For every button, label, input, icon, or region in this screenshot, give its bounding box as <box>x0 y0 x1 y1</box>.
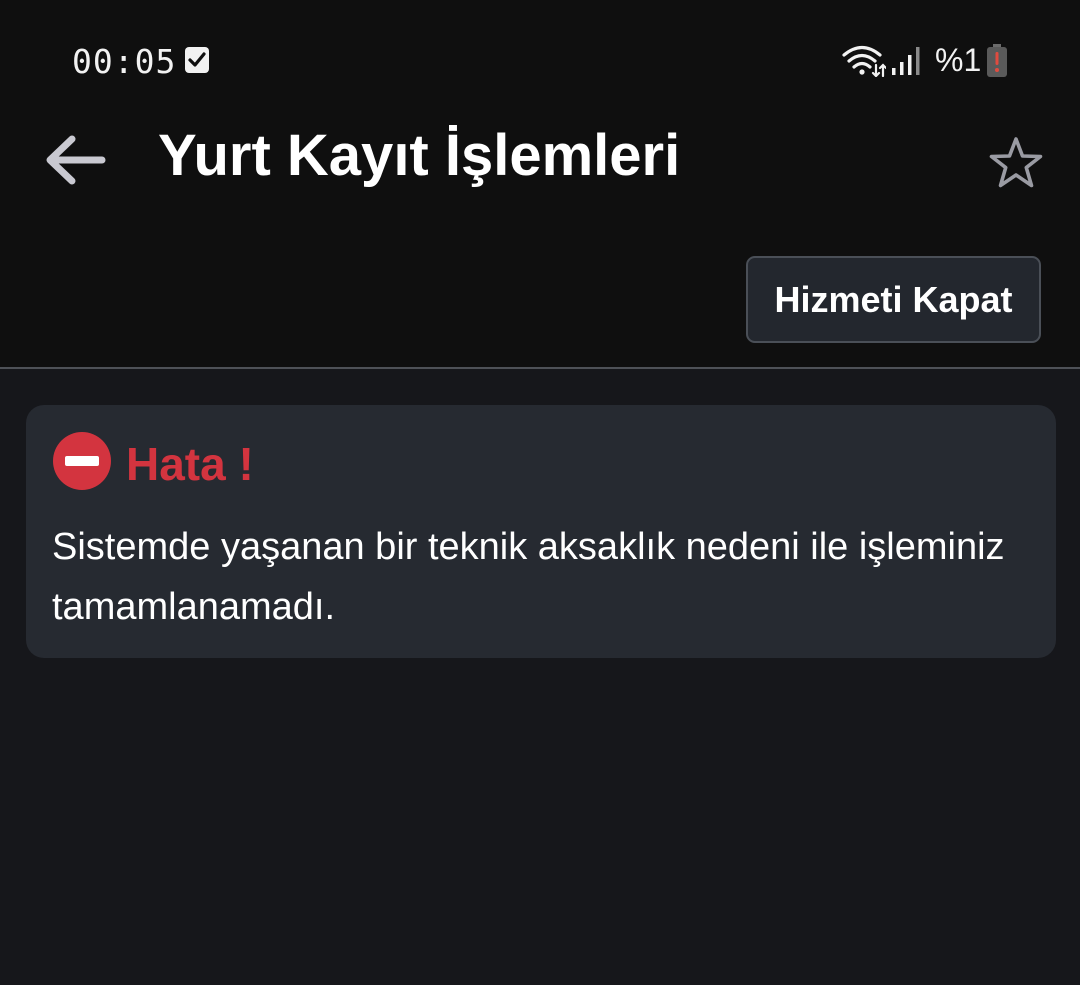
status-bar: 00:05 %1 <box>0 30 1080 94</box>
back-button[interactable] <box>38 128 112 192</box>
screen: 00:05 %1 Yurt Kayıt İşlemleri Hizmeti Ka… <box>0 0 1080 985</box>
arrow-left-icon <box>46 135 106 185</box>
star-outline-icon <box>989 137 1043 188</box>
no-entry-icon <box>53 432 111 490</box>
header-divider <box>0 367 1080 369</box>
error-message: Sistemde yaşanan bir teknik aksaklık ned… <box>52 526 1005 628</box>
error-title: Hata ! <box>126 438 254 490</box>
signal-icon <box>892 47 920 75</box>
favorite-button[interactable] <box>984 132 1048 194</box>
header-area: 00:05 %1 Yurt Kayıt İşlemleri Hizmeti Ka… <box>0 0 1080 367</box>
page-title: Yurt Kayıt İşlemleri <box>158 123 681 188</box>
battery-low-icon <box>987 44 1007 77</box>
battery-percentage: %1 <box>935 42 982 78</box>
error-card: Hata ! Sistemde yaşanan bir teknik aksak… <box>26 405 1056 658</box>
checkbox-notification-icon <box>185 47 209 73</box>
wifi-icon <box>842 45 886 77</box>
close-service-button[interactable]: Hizmeti Kapat <box>746 256 1041 343</box>
status-time: 00:05 <box>72 42 177 81</box>
